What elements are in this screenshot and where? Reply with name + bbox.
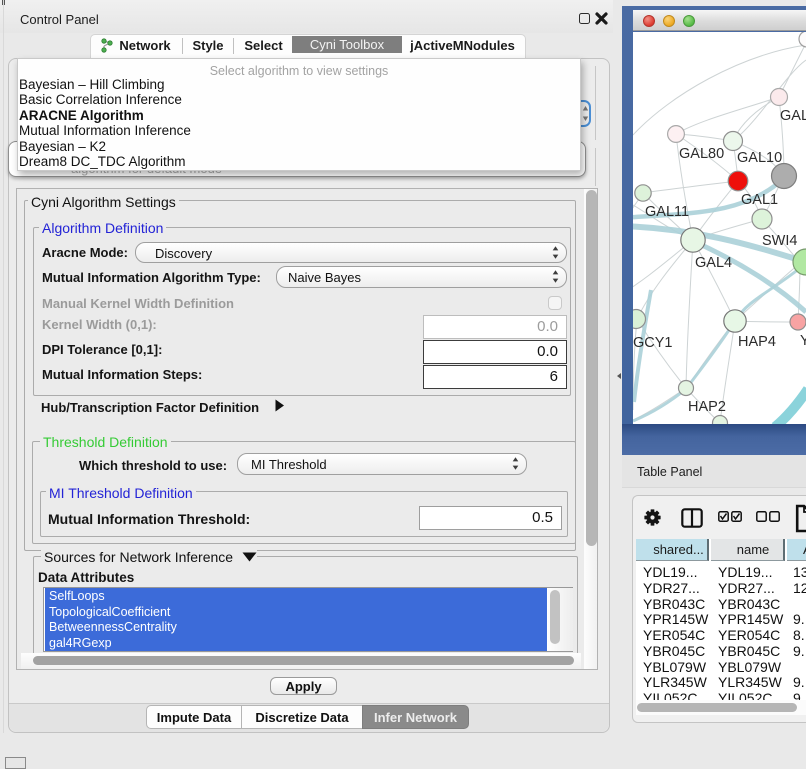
svg-text:GCY1: GCY1	[633, 335, 673, 351]
svg-text:GAL80: GAL80	[679, 146, 724, 162]
svg-text:GAL4: GAL4	[695, 255, 732, 271]
svg-text:GAL11: GAL11	[645, 204, 689, 220]
svg-text:GAL: GAL	[780, 108, 806, 124]
svg-text:HAP2: HAP2	[688, 399, 726, 415]
svg-text:GAL1: GAL1	[741, 192, 778, 208]
svg-text:GAL10: GAL10	[737, 150, 782, 166]
svg-text:Y: Y	[800, 333, 806, 349]
svg-text:SWI4: SWI4	[762, 233, 797, 249]
svg-text:HAP4: HAP4	[738, 334, 776, 350]
